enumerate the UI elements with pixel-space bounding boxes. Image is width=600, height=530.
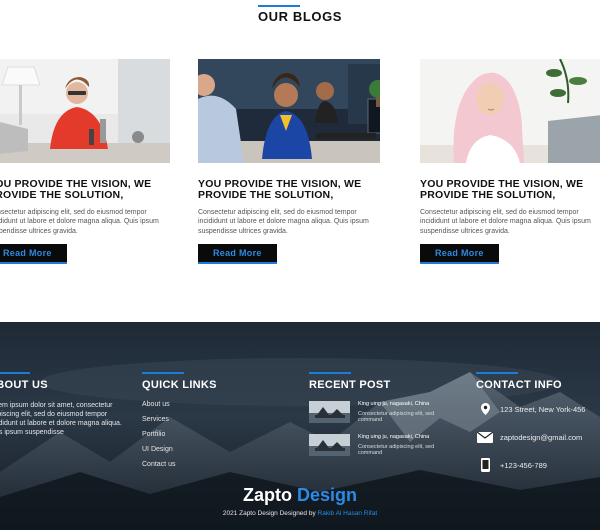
section-title: OUR BLOGS [257, 9, 343, 24]
footer-quick-links: QUICK LINKS About us Services Portfilio … [142, 372, 217, 476]
recent-post-thumbnail[interactable] [309, 434, 350, 456]
heading-underline [476, 372, 518, 374]
recent-post-heading[interactable]: King uing ju, nagasaki, China [358, 434, 454, 441]
footer-about: ABOUT US Lorem ipsum dolor sit amet, con… [0, 372, 123, 437]
copyright: 2021 Zapto Design Designed by Rakib Al H… [0, 510, 600, 517]
contact-email[interactable]: zaptodesign@gmail.com [476, 429, 585, 445]
blog-image[interactable] [420, 59, 600, 163]
quick-link-portfolio[interactable]: Portfilio [142, 431, 217, 438]
quick-links-list: About us Services Portfilio UI Design Co… [142, 401, 217, 468]
site-footer: ABOUT US Lorem ipsum dolor sit amet, con… [0, 322, 600, 530]
read-more-button[interactable]: Read More [198, 244, 277, 265]
blog-excerpt: Consectetur adipiscing elit, sed do eius… [198, 209, 369, 235]
quick-link-services[interactable]: Services [142, 416, 217, 423]
recent-post-item[interactable]: King uing ju, nagasaki, China Consectetu… [309, 434, 454, 456]
heading-underline [142, 372, 184, 374]
read-more-button[interactable]: Read More [0, 244, 67, 265]
about-title: ABOUT US [0, 379, 48, 391]
title-underline [258, 5, 300, 7]
recent-post-thumbnail[interactable] [309, 401, 350, 423]
recent-post-desc: Consectetur adipiscing elit, sed command [358, 444, 435, 456]
location-pin-icon [476, 403, 494, 415]
brand-name: Zapto [242, 485, 292, 505]
heading-underline [0, 372, 30, 374]
recent-post-title: RECENT POST [309, 379, 391, 391]
phone-text[interactable]: +123-456-789 [500, 461, 547, 470]
quick-link-ui-design[interactable]: UI Design [142, 446, 217, 453]
blog-heading: YOU PROVIDE THE VISION, WE PROVIDE THE S… [0, 178, 152, 201]
quick-link-contact[interactable]: Contact us [142, 461, 217, 468]
footer-contact: CONTACT INFO 123 Street, New York-456 za… [476, 372, 585, 473]
contact-address: 123 Street, New York-456 [476, 401, 585, 417]
contact-title: CONTACT INFO [476, 379, 562, 391]
recent-post-heading[interactable]: King uing ju, nagasaki, China [358, 401, 454, 408]
blog-heading: YOU PROVIDE THE VISION, WE PROVIDE THE S… [420, 178, 584, 201]
blog-card: YOU PROVIDE THE VISION, WE PROVIDE THE S… [420, 59, 600, 265]
envelope-icon [476, 431, 494, 443]
about-text: Lorem ipsum dolor sit amet, consectetur … [0, 402, 122, 436]
footer-recent-posts: RECENT POST King uing ju, nagasaki, Chin… [309, 372, 454, 456]
footer-brand-logo[interactable]: Zapto Design [0, 485, 600, 506]
recent-post-item[interactable]: King uing ju, nagasaki, China Consectetu… [309, 401, 454, 423]
heading-underline [309, 372, 351, 374]
blog-image[interactable] [0, 59, 170, 163]
author-link[interactable]: Rakib Al Hasan Rifat [318, 510, 378, 517]
blogs-section: OUR BLOGS YOU PROVIDE THE VISION, WE PRO… [0, 0, 600, 322]
blog-excerpt: Consectetur adipiscing elit, sed do eius… [0, 209, 159, 235]
blog-excerpt: Consectetur adipiscing elit, sed do eius… [420, 209, 591, 235]
brand-accent: Design [297, 485, 358, 505]
blog-card: YOU PROVIDE THE VISION, WE PROVIDE THE S… [0, 59, 170, 265]
email-text[interactable]: zaptodesign@gmail.com [500, 433, 582, 442]
contact-phone[interactable]: +123-456-789 [476, 457, 585, 473]
copyright-text: 2021 Zapto Design Designed by [222, 510, 316, 517]
blog-image[interactable] [198, 59, 380, 163]
quick-links-title: QUICK LINKS [142, 379, 217, 391]
read-more-button[interactable]: Read More [420, 244, 499, 265]
quick-link-about[interactable]: About us [142, 401, 217, 408]
blog-heading: YOU PROVIDE THE VISION, WE PROVIDE THE S… [198, 178, 362, 201]
recent-post-desc: Consectetur adipiscing elit, sed command [358, 411, 435, 423]
address-text: 123 Street, New York-456 [500, 404, 586, 414]
blog-card: YOU PROVIDE THE VISION, WE PROVIDE THE S… [198, 59, 380, 265]
phone-icon [476, 458, 494, 472]
